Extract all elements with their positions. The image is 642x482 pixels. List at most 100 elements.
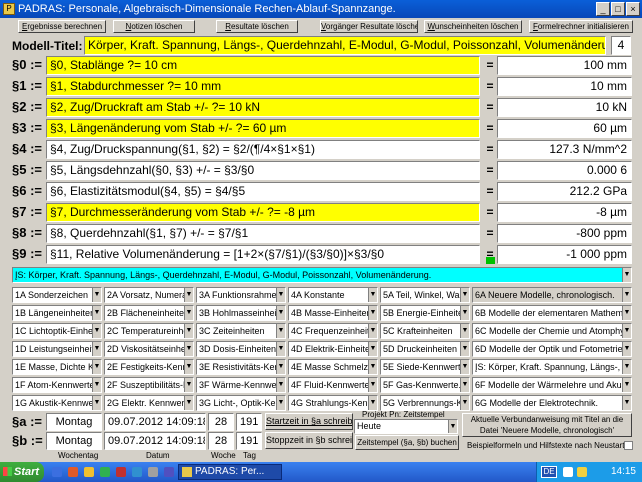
chevron-down-icon[interactable]: ▼: [622, 306, 631, 320]
chevron-down-icon[interactable]: ▼: [276, 306, 285, 320]
category-dropdown-5b[interactable]: 5B Energie-Einheiter ▼: [380, 305, 470, 321]
append-model-button[interactable]: Aktuelle Verbundanweisung mit Titel an d…: [462, 413, 632, 437]
model-title-input[interactable]: Körper, Kraft. Spannung, Längs-, Querdeh…: [84, 36, 606, 55]
category-dropdown-3c[interactable]: 3C Zeiteinheiten ▼: [196, 323, 286, 339]
category-dropdown-2f[interactable]: 2F Suszeptibilitäts-K ▼: [104, 377, 194, 393]
chevron-down-icon[interactable]: ▼: [368, 288, 377, 302]
tray-volume-icon[interactable]: [577, 467, 587, 477]
result-field[interactable]: 10 kN: [497, 98, 632, 117]
chevron-down-icon[interactable]: ▼: [92, 396, 101, 410]
datetime-a-field[interactable]: 09.07.2012 14:09:18: [104, 413, 206, 431]
chevron-down-icon[interactable]: ▼: [460, 378, 469, 392]
clear-results-button[interactable]: Resultate löschen: [216, 20, 298, 33]
result-field[interactable]: 10 mm: [497, 77, 632, 96]
formula-input[interactable]: §5, Längsdehnzahl(§0, §3) +/- = §3/§0: [46, 161, 480, 180]
category-dropdown-5a[interactable]: 5A Teil, Winkel, Wahr ▼: [380, 287, 470, 303]
stop-time-button[interactable]: Stoppzeit in §b schreiben: [265, 432, 353, 449]
week-b-field[interactable]: 28: [208, 432, 234, 450]
category-dropdown-2e[interactable]: 2E Festigkeits-Kennw ▼: [104, 359, 194, 375]
category-dropdown-6f[interactable]: 6F Modelle der Wärmelehre und Akustik. ▼: [472, 377, 632, 393]
close-button[interactable]: ×: [626, 2, 640, 16]
result-field[interactable]: -8 µm: [497, 203, 632, 222]
result-field[interactable]: -1 000 ppm: [497, 245, 632, 264]
category-dropdown-4g[interactable]: 4G Strahlungs-Kenn ▼: [288, 395, 378, 411]
category-dropdown-2g[interactable]: 2G Elektr. Kennwerte ▼: [104, 395, 194, 411]
dayofyear-a-field[interactable]: 191: [236, 413, 262, 431]
category-dropdown-6c[interactable]: 6C Modelle der Chemie und Atomphysik. ▼: [472, 323, 632, 339]
chevron-down-icon[interactable]: ▼: [622, 396, 631, 410]
chevron-down-icon[interactable]: ▼: [622, 378, 631, 392]
category-dropdown-2c[interactable]: 2C Temperatureinhe ▼: [104, 323, 194, 339]
weekday-b-field[interactable]: Montag: [46, 432, 102, 450]
week-a-field[interactable]: 28: [208, 413, 234, 431]
category-dropdown-1d[interactable]: 1D Leistungseinheiter ▼: [12, 341, 102, 357]
chevron-down-icon[interactable]: ▼: [368, 396, 377, 410]
calculate-results-button[interactable]: Ergebnisse berechnen: [18, 20, 106, 33]
result-field[interactable]: 60 µm: [497, 119, 632, 138]
quicklaunch-explorer-icon[interactable]: [52, 467, 62, 477]
chevron-down-icon[interactable]: ▼: [622, 268, 631, 282]
category-dropdown-4b[interactable]: 4B Masse-Einheiten ▼: [288, 305, 378, 321]
category-dropdown-1c[interactable]: 1C Lichtoptik-Einheit ▼: [12, 323, 102, 339]
category-dropdown-4c[interactable]: 4C Frequenzeinheite ▼: [288, 323, 378, 339]
category-dropdown-2b[interactable]: 2B Flächeneinheiten ▼: [104, 305, 194, 321]
category-dropdown-6a[interactable]: 6A Neuere Modelle, chronologisch. ▼: [472, 287, 632, 303]
chevron-down-icon[interactable]: ▼: [276, 342, 285, 356]
quicklaunch-browser-icon[interactable]: [68, 467, 78, 477]
chevron-down-icon[interactable]: ▼: [184, 324, 193, 338]
category-dropdown-2a[interactable]: 2A Vorsatz, Numeral ▼: [104, 287, 194, 303]
chevron-down-icon[interactable]: ▼: [92, 306, 101, 320]
chevron-down-icon[interactable]: ▼: [276, 324, 285, 338]
category-dropdown-6d[interactable]: 6D Modelle der Optik und Fotometrie. ▼: [472, 341, 632, 357]
weekday-a-field[interactable]: Montag: [46, 413, 102, 431]
category-dropdown-4e[interactable]: 4E Masse Schmelz-I ▼: [288, 359, 378, 375]
chevron-down-icon[interactable]: ▼: [368, 324, 377, 338]
formula-input[interactable]: §2, Zug/Druckraft am Stab +/- ?= 10 kN: [46, 98, 480, 117]
category-dropdown-6e[interactable]: ĮS: Körper, Kraft. Spannung, Längs-, Que…: [472, 359, 632, 375]
result-field[interactable]: -800 ppm: [497, 224, 632, 243]
result-field[interactable]: 100 mm: [497, 56, 632, 75]
category-dropdown-1b[interactable]: 1B Längeneinheiten ▼: [12, 305, 102, 321]
chevron-down-icon[interactable]: ▼: [622, 360, 631, 374]
chevron-down-icon[interactable]: ▼: [460, 324, 469, 338]
chevron-down-icon[interactable]: ▼: [368, 342, 377, 356]
category-dropdown-5g[interactable]: 5G Verbrennungs-Ke ▼: [380, 395, 470, 411]
category-dropdown-5d[interactable]: 5D Druckeinheiten ▼: [380, 341, 470, 357]
result-field[interactable]: 212.2 GPa: [497, 182, 632, 201]
chevron-down-icon[interactable]: ▼: [184, 342, 193, 356]
result-field[interactable]: 0.000 6: [497, 161, 632, 180]
dayofyear-b-field[interactable]: 191: [236, 432, 262, 450]
book-timestamp-button[interactable]: Zeitstempel (§a, §b) buchen: [355, 435, 459, 450]
datetime-b-field[interactable]: 09.07.2012 14:09:18: [104, 432, 206, 450]
quicklaunch-media-icon[interactable]: [100, 467, 110, 477]
initialize-calculator-button[interactable]: Formelrechner initialisieren: [529, 20, 633, 33]
quicklaunch-app-icon[interactable]: [116, 467, 126, 477]
chevron-down-icon[interactable]: ▼: [92, 324, 101, 338]
category-dropdown-6b[interactable]: 6B Modelle der elementaren Mathematik. ▼: [472, 305, 632, 321]
category-dropdown-4f[interactable]: 4F Fluid-Kennwerte. ▼: [288, 377, 378, 393]
category-dropdown-1g[interactable]: 1G Akustik-Kennwer ▼: [12, 395, 102, 411]
chevron-down-icon[interactable]: ▼: [622, 324, 631, 338]
chevron-down-icon[interactable]: ▼: [460, 288, 469, 302]
formula-input[interactable]: §6, Elastizitätsmodul(§4, §5) = §4/§5: [46, 182, 480, 201]
chevron-down-icon[interactable]: ▼: [460, 396, 469, 410]
category-dropdown-3g[interactable]: 3G Licht-, Optik-Ken ▼: [196, 395, 286, 411]
chevron-down-icon[interactable]: ▼: [276, 360, 285, 374]
chevron-down-icon[interactable]: ▼: [92, 288, 101, 302]
category-dropdown-1f[interactable]: 1F Atom-Kennwerte ▼: [12, 377, 102, 393]
category-dropdown-3f[interactable]: 3F Wärme-Kennwer ▼: [196, 377, 286, 393]
quicklaunch-app2-icon[interactable]: [132, 467, 142, 477]
category-dropdown-3b[interactable]: 3B Hohlmasseinheite ▼: [196, 305, 286, 321]
start-time-button[interactable]: Startzeit in §a schreiben: [265, 413, 353, 430]
category-dropdown-3d[interactable]: 3D Dosis-Einheiten ▼: [196, 341, 286, 357]
category-dropdown-1a[interactable]: 1A Sonderzeichen ▼: [12, 287, 102, 303]
chevron-down-icon[interactable]: ▼: [460, 306, 469, 320]
chevron-down-icon[interactable]: ▼: [92, 378, 101, 392]
formula-input[interactable]: §11, Relative Volumenänderung = [1+2×(§7…: [46, 245, 480, 264]
project-dropdown[interactable]: Heute ▼: [354, 419, 458, 434]
chevron-down-icon[interactable]: ▼: [92, 342, 101, 356]
formula-input[interactable]: §8, Querdehnzahl(§1, §7) +/- = §7/§1: [46, 224, 480, 243]
chevron-down-icon[interactable]: ▼: [184, 396, 193, 410]
chevron-down-icon[interactable]: ▼: [92, 360, 101, 374]
chevron-down-icon[interactable]: ▼: [460, 360, 469, 374]
